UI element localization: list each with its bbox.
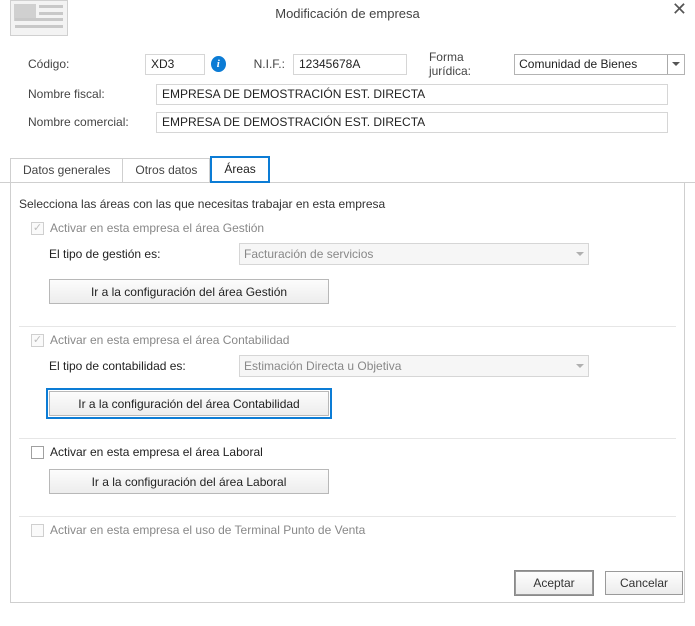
gestion-tipo-value: Facturación de servicios xyxy=(244,247,373,261)
chevron-down-icon xyxy=(576,364,584,368)
tabs: Datos generales Otros datos Áreas xyxy=(0,155,695,183)
chevron-down-icon xyxy=(576,252,584,256)
contabilidad-tipo-value: Estimación Directa u Objetiva xyxy=(244,359,401,373)
checkbox-contabilidad-label: Activar en esta empresa el área Contabil… xyxy=(50,333,289,347)
checkbox-contabilidad: ✓ xyxy=(31,334,44,347)
checkbox-laboral[interactable] xyxy=(31,446,44,459)
tab-otros-datos[interactable]: Otros datos xyxy=(122,158,210,183)
config-contabilidad-button[interactable]: Ir a la configuración del área Contabili… xyxy=(49,391,329,416)
label-forma: Forma jurídica: xyxy=(429,50,502,78)
label-fiscal: Nombre fiscal: xyxy=(28,87,156,101)
dialog: Modificación de empresa ✕ Código: i N.I.… xyxy=(0,0,695,603)
checkbox-contabilidad-row: ✓ Activar en esta empresa el área Contab… xyxy=(31,333,676,347)
info-icon[interactable]: i xyxy=(211,56,226,72)
chevron-down-icon xyxy=(667,55,684,74)
checkbox-laboral-row[interactable]: Activar en esta empresa el área Laboral xyxy=(31,445,676,459)
areas-intro: Selecciona las áreas con las que necesit… xyxy=(19,197,676,211)
codigo-input[interactable] xyxy=(145,54,205,75)
checkbox-tpv-row: Activar en esta empresa el uso de Termin… xyxy=(31,523,676,537)
contabilidad-tipo-label: El tipo de contabilidad es: xyxy=(49,359,239,373)
areas-panel: Selecciona las áreas con las que necesit… xyxy=(10,183,685,603)
nombre-fiscal-input[interactable] xyxy=(156,84,668,105)
tab-datos-generales[interactable]: Datos generales xyxy=(10,158,122,183)
header-form: Código: i N.I.F.: Forma jurídica: Comuni… xyxy=(0,50,695,143)
forma-juridica-value: Comunidad de Bienes xyxy=(519,57,637,71)
dialog-footer: Aceptar Cancelar xyxy=(515,571,683,595)
nif-input[interactable] xyxy=(293,54,407,75)
accept-button[interactable]: Aceptar xyxy=(515,571,593,595)
divider xyxy=(19,438,676,439)
gestion-tipo-label: El tipo de gestión es: xyxy=(49,247,239,261)
checkbox-tpv-label: Activar en esta empresa el uso de Termin… xyxy=(50,523,365,537)
divider xyxy=(19,326,676,327)
checkbox-gestion-label: Activar en esta empresa el área Gestión xyxy=(50,221,264,235)
label-codigo: Código: xyxy=(28,57,145,71)
divider xyxy=(19,516,676,517)
close-icon[interactable]: ✕ xyxy=(672,0,687,18)
checkbox-gestion: ✓ xyxy=(31,222,44,235)
contabilidad-tipo-select: Estimación Directa u Objetiva xyxy=(239,355,589,377)
checkbox-laboral-label: Activar en esta empresa el área Laboral xyxy=(50,445,263,459)
checkbox-gestion-row: ✓ Activar en esta empresa el área Gestió… xyxy=(31,221,676,235)
title-bar: Modificación de empresa ✕ xyxy=(0,0,695,30)
cancel-button[interactable]: Cancelar xyxy=(605,571,683,595)
label-comercial: Nombre comercial: xyxy=(28,115,156,129)
tab-areas[interactable]: Áreas xyxy=(210,156,269,183)
config-gestion-button[interactable]: Ir a la configuración del área Gestión xyxy=(49,279,329,304)
header-icon xyxy=(10,0,68,36)
config-laboral-button[interactable]: Ir a la configuración del área Laboral xyxy=(49,469,329,494)
nombre-comercial-input[interactable] xyxy=(156,112,668,133)
dialog-title: Modificación de empresa xyxy=(275,6,420,21)
checkbox-tpv xyxy=(31,524,44,537)
forma-juridica-select[interactable]: Comunidad de Bienes xyxy=(514,54,685,75)
label-nif: N.I.F.: xyxy=(254,57,285,71)
gestion-tipo-select: Facturación de servicios xyxy=(239,243,589,265)
